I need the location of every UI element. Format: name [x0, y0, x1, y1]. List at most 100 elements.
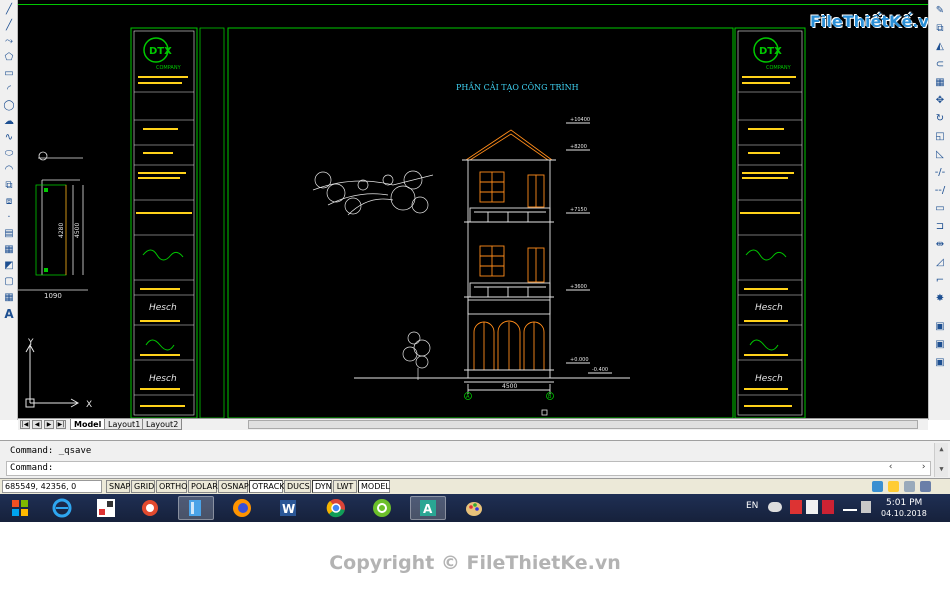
multiline-text-icon[interactable]: A	[2, 308, 16, 320]
command-line[interactable]: Command:	[6, 461, 931, 476]
status-toggle-ducs[interactable]: DUCS	[284, 480, 311, 493]
extend-icon[interactable]: --/	[932, 184, 948, 197]
break-at-point-icon[interactable]: ⊐	[932, 220, 948, 233]
arc-icon[interactable]: ◜	[2, 84, 16, 96]
insert-block-icon[interactable]: ⧉	[2, 180, 16, 192]
battery-icon[interactable]	[861, 501, 871, 513]
construction-line-icon[interactable]: ╱	[2, 20, 16, 32]
trim-icon[interactable]: -/-	[932, 166, 948, 179]
tab-first-icon[interactable]: |◀	[20, 420, 30, 429]
chrome-icon[interactable]	[318, 496, 354, 520]
move-icon[interactable]: ✥	[932, 94, 948, 107]
tray-settings-icon[interactable]	[904, 481, 915, 492]
firefox-icon[interactable]	[224, 496, 260, 520]
draworder-back-icon[interactable]: ▣	[932, 338, 948, 351]
clean-screen-icon[interactable]	[920, 481, 931, 492]
scroll-left-icon[interactable]: ‹	[888, 462, 893, 472]
language-indicator[interactable]: EN	[746, 501, 758, 511]
polyline-icon[interactable]: ⤳	[2, 36, 16, 48]
tree-branch	[312, 170, 434, 216]
region-icon[interactable]: ◩	[2, 260, 16, 272]
level-7150: +7150	[570, 207, 587, 213]
status-toggle-dyn[interactable]: DYN	[312, 480, 332, 493]
chamfer-icon[interactable]: ◿	[932, 256, 948, 269]
tab-prev-icon[interactable]: ◀	[32, 420, 42, 429]
copy-icon[interactable]: ⧉	[932, 22, 948, 35]
make-block-icon[interactable]: ⧈	[2, 196, 16, 208]
drawing-horizontal-scrollbar[interactable]	[248, 420, 918, 429]
unikey-icon[interactable]	[88, 496, 124, 520]
status-toggle-model[interactable]: MODEL	[358, 480, 390, 493]
tab-last-icon[interactable]: ▶|	[56, 420, 66, 429]
tab-next-icon[interactable]: ▶	[44, 420, 54, 429]
tab-model[interactable]: Model	[70, 419, 106, 430]
circle-icon[interactable]: ◯	[2, 100, 16, 112]
hatch-icon[interactable]: ▤	[2, 228, 16, 240]
draworder-above-icon[interactable]: ▣	[932, 356, 948, 369]
line-tool-icon[interactable]: ╱	[2, 4, 16, 16]
stretch-icon[interactable]: ◺	[932, 148, 948, 161]
toggle-tray-icon[interactable]	[768, 502, 782, 512]
drawing-canvas[interactable]: 4280 4500 1090 Y X DTX COMPANY Hesch Hes…	[18, 0, 928, 418]
mirror-icon[interactable]: ◭	[932, 40, 948, 53]
scroll-down-icon[interactable]: ▼	[935, 465, 948, 473]
status-toggle-lwt[interactable]: LWT	[333, 480, 357, 493]
vietkey-tray-icon[interactable]	[790, 500, 802, 514]
clock-time[interactable]: 5:01 PM	[886, 498, 922, 508]
status-toggle-osnap[interactable]: OSNAP	[218, 480, 249, 493]
greenshot-icon[interactable]	[364, 496, 400, 520]
status-toggle-snap[interactable]: SNAP	[106, 480, 130, 493]
clock-date[interactable]: 04.10.2018	[881, 509, 927, 518]
scale-icon[interactable]: ◱	[932, 130, 948, 143]
ellipse-arc-icon[interactable]: ◠	[2, 164, 16, 176]
dim-elevation-width: 4500	[502, 383, 517, 390]
windows-start-icon[interactable]	[2, 496, 38, 520]
comm-center-icon[interactable]	[872, 481, 883, 492]
table-icon[interactable]: ▦	[2, 292, 16, 304]
fillet-icon[interactable]: ⌐	[932, 274, 948, 287]
status-toggle-ortho[interactable]: ORTHO	[156, 480, 187, 493]
revcloud-icon[interactable]: ☁	[2, 116, 16, 128]
autocad-window: ╱ ╱ ⤳ ⬠ ▭ ◜ ◯ ☁ ∿ ⬭ ◠ ⧉ ⧈ · ▤ ▦ ◩ ▢ ▦ A	[0, 0, 950, 594]
status-toggle-grid[interactable]: GRID	[131, 480, 155, 493]
explode-icon[interactable]: ✸	[932, 292, 948, 305]
lock-icon[interactable]	[888, 481, 899, 492]
network-signal-icon[interactable]	[843, 503, 857, 511]
level-3600: +3600	[570, 284, 587, 290]
antivirus-tray-icon[interactable]	[822, 500, 834, 514]
status-toggle-otrack[interactable]: OTRACK	[249, 480, 285, 493]
paint-icon[interactable]	[456, 496, 492, 520]
command-horizontal-scroll[interactable]: ‹ ›	[888, 462, 928, 474]
erase-icon[interactable]: ✎	[932, 4, 948, 17]
polygon-icon[interactable]: ⬠	[2, 52, 16, 64]
flag-tray-icon[interactable]	[806, 500, 818, 514]
break-icon[interactable]: ▭	[932, 202, 948, 215]
tab-layout2[interactable]: Layout2	[142, 419, 183, 430]
spline-icon[interactable]: ∿	[2, 132, 16, 144]
file-explorer-icon[interactable]	[178, 496, 214, 520]
drawing-svg: 4280 4500 1090 Y X DTX COMPANY Hesch Hes…	[18, 4, 928, 418]
rotate-icon[interactable]: ↻	[932, 112, 948, 125]
status-toggle-polar[interactable]: POLAR	[188, 480, 218, 493]
command-vertical-scrollbar[interactable]: ▲ ▼	[934, 443, 948, 477]
gradient-icon[interactable]: ▦	[2, 244, 16, 256]
rectangle-icon[interactable]: ▭	[2, 68, 16, 80]
word-icon[interactable]: W	[270, 496, 306, 520]
recorder-app-icon[interactable]	[132, 496, 168, 520]
ellipse-icon[interactable]: ⬭	[2, 148, 16, 160]
point-icon[interactable]: ·	[2, 212, 16, 224]
join-icon[interactable]: ⇹	[932, 238, 948, 251]
scroll-up-icon[interactable]: ▲	[935, 445, 948, 453]
draworder-front-icon[interactable]: ▣	[932, 320, 948, 333]
array-icon[interactable]: ▦	[932, 76, 948, 89]
autocad-taskbar-icon[interactable]: A	[410, 496, 446, 520]
level-0000: +0.000	[570, 357, 589, 363]
tab-layout1[interactable]: Layout1	[104, 419, 145, 430]
offset-icon[interactable]: ⊂	[932, 58, 948, 71]
wipeout-icon[interactable]: ▢	[2, 276, 16, 288]
internet-explorer-icon[interactable]	[44, 496, 80, 520]
watermark-footer: Copyright © FileThietKe.vn	[0, 522, 950, 594]
copyright-text: Copyright © FileThietKe.vn	[329, 552, 621, 574]
svg-text:W: W	[282, 502, 295, 516]
scroll-right-icon[interactable]: ›	[921, 462, 926, 472]
